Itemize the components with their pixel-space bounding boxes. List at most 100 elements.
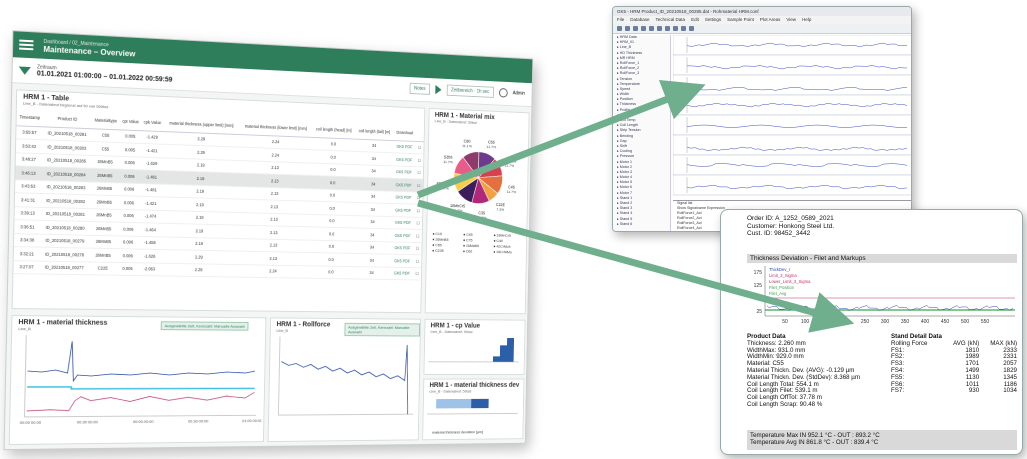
table-cell: ID_20210518_00277 <box>39 260 89 275</box>
pie-legend-item: C15 <box>432 231 460 236</box>
download-link[interactable]: GK5 PDF <box>391 203 415 217</box>
table-icon[interactable] <box>673 26 678 31</box>
print-icon[interactable] <box>633 26 638 31</box>
app-menu-item[interactable]: View <box>786 17 796 23</box>
time-range-button[interactable]: Zeitbereich · 1h sec <box>446 84 494 98</box>
table-cell: 26MnB5 <box>89 208 119 223</box>
table-cell: -1.626 <box>138 249 161 263</box>
rf-filter-chip[interactable]: Ausgewählte Zeit, Kennzahl: Manuelle Aus… <box>344 322 421 337</box>
table-cell: 34 <box>354 164 393 179</box>
row-checkbox[interactable]: ☐ <box>413 216 423 230</box>
table-col-header[interactable]: coil length (head) [m] <box>312 121 356 139</box>
pie-legend-item: 26MnB5 <box>432 237 460 242</box>
pie-legend-item: C55 <box>432 242 460 247</box>
download-link[interactable]: GK5 PDF <box>392 178 415 192</box>
row-checkbox[interactable]: ☐ <box>413 229 422 243</box>
thickness-dev-chart <box>423 398 521 425</box>
product-data-line: Coil Length Scrap: 90.48 % <box>747 400 823 408</box>
app-menu-item[interactable]: Sample Point <box>727 17 754 23</box>
table-col-header[interactable]: coil length (tail) [m] <box>355 123 394 141</box>
table-col-header[interactable]: Materialtype <box>91 112 121 130</box>
coil-report: Order ID: A_1252_0589_2021 Customer: Hon… <box>720 209 1023 455</box>
table-cell: 3:32:21 <box>13 246 41 261</box>
thickness-dev-panel: HRM 1 - material thickness dev Line_B - … <box>422 378 525 441</box>
table-cell: 0.006 <box>118 182 141 197</box>
table-cell: 0.006 <box>118 155 141 170</box>
download-link[interactable]: GK5 PDF <box>391 216 415 230</box>
stand-data-table: Rolling Force AVG (kN) MAX (kN) FS1: 1810 23… <box>891 340 1017 395</box>
app-menu-item[interactable]: Help <box>802 17 811 23</box>
table-cell: -1.421 <box>140 143 164 158</box>
row-checkbox[interactable]: ☐ <box>414 166 424 180</box>
table-col-header[interactable] <box>415 126 424 142</box>
tree-item[interactable]: ▸ Stand 6 <box>613 222 670 227</box>
table-col-header[interactable]: cpk Value <box>141 114 164 132</box>
table-col-header[interactable]: Product ID <box>42 110 93 129</box>
cursor-icon[interactable] <box>657 26 662 31</box>
chart-icon[interactable] <box>665 26 670 31</box>
download-link[interactable]: GK5 PDF <box>391 241 414 255</box>
app-menu-item[interactable]: Edit <box>691 17 699 23</box>
mt-filter-chip[interactable]: Ausgewählte Zeit, Kennzahl: Manuelle Aus… <box>160 321 249 331</box>
row-checkbox[interactable]: ☐ <box>414 178 423 192</box>
notes-button[interactable]: Notes <box>409 82 431 95</box>
table-cell: C55 <box>91 141 120 156</box>
settings-icon[interactable] <box>681 26 686 31</box>
row-checkbox[interactable]: ☐ <box>415 153 424 167</box>
row-checkbox[interactable]: ☐ <box>412 267 422 280</box>
rollforce-chart <box>269 333 418 425</box>
download-link[interactable]: GK5 PDF <box>391 228 414 242</box>
table-col-header[interactable]: cpt Value <box>119 113 142 131</box>
download-link[interactable]: GK5 PDF <box>392 152 416 167</box>
plot-strip <box>673 54 911 76</box>
table-cell: 0.0 <box>309 265 353 279</box>
pie-legend-item: 42CrMo4 <box>493 244 521 249</box>
zoom-out-icon[interactable] <box>649 26 654 31</box>
menu-icon[interactable] <box>19 39 34 51</box>
refresh-icon[interactable] <box>689 26 694 31</box>
download-link[interactable]: GK5 PDF <box>390 266 414 280</box>
stand-row: FS3: 1701 2057 <box>891 360 1017 368</box>
row-checkbox[interactable]: ☐ <box>414 191 423 205</box>
table-cell: 26MnB5 <box>89 234 118 249</box>
download-link[interactable]: GK5 PDF <box>393 140 416 154</box>
material-mix-panel: HRM 1 - Material mix Line_B - Datenabruf… <box>424 107 530 315</box>
table-cell: 0.0 <box>309 239 353 254</box>
user-icon[interactable] <box>498 88 508 98</box>
app-menu-item[interactable]: Settings <box>705 17 721 23</box>
table-cell: -1.429 <box>140 130 164 145</box>
download-link[interactable]: GK5 PDF <box>390 254 414 268</box>
row-checkbox[interactable]: ☐ <box>413 241 422 255</box>
download-link[interactable]: GK5 PDF <box>392 190 415 205</box>
filter-icon[interactable] <box>18 65 31 75</box>
analysis-app-window: GK5 - HRM Product_ID_20210518_00285.dat … <box>612 6 912 232</box>
signal-plots <box>673 35 911 196</box>
table-cell: 0.005 <box>119 142 141 157</box>
play-icon[interactable] <box>435 84 442 95</box>
table-col-header[interactable]: Timestamp <box>16 109 43 127</box>
zoom-in-icon[interactable] <box>641 26 646 31</box>
table-cell: 3:48:27 <box>15 152 42 167</box>
table-cell: 34 <box>352 240 392 255</box>
table-cell: ID_20210518_00280 <box>40 220 90 235</box>
table-col-header[interactable]: Download <box>393 125 417 141</box>
app-menu-item[interactable]: Plot Areas <box>760 17 781 23</box>
table-cell: ID_20210518_00281 <box>40 206 91 222</box>
plot-strip <box>673 35 911 56</box>
app-menu-item[interactable]: Technical Data <box>656 17 686 23</box>
row-checkbox[interactable]: ☐ <box>413 254 422 268</box>
mt-x-tick: 01:00 00:00 <box>242 418 263 423</box>
table-cell: 34 <box>353 189 393 204</box>
plot-strip <box>673 134 911 156</box>
save-icon[interactable] <box>625 26 630 31</box>
table-cell: ID_20210518_00283 <box>41 180 91 195</box>
pie-slice-value: 11.7% <box>477 215 487 220</box>
pie-slice-value: 11.7% <box>443 159 453 164</box>
row-checkbox[interactable]: ☐ <box>414 204 423 217</box>
app-menu-item[interactable]: Database <box>630 17 649 23</box>
download-link[interactable]: GK5 PDF <box>392 165 416 179</box>
pie-slice-value: 11.7% <box>507 189 517 194</box>
app-menu-item[interactable]: File <box>617 17 624 23</box>
row-checkbox[interactable]: ☐ <box>415 140 424 154</box>
open-icon[interactable] <box>617 26 622 31</box>
